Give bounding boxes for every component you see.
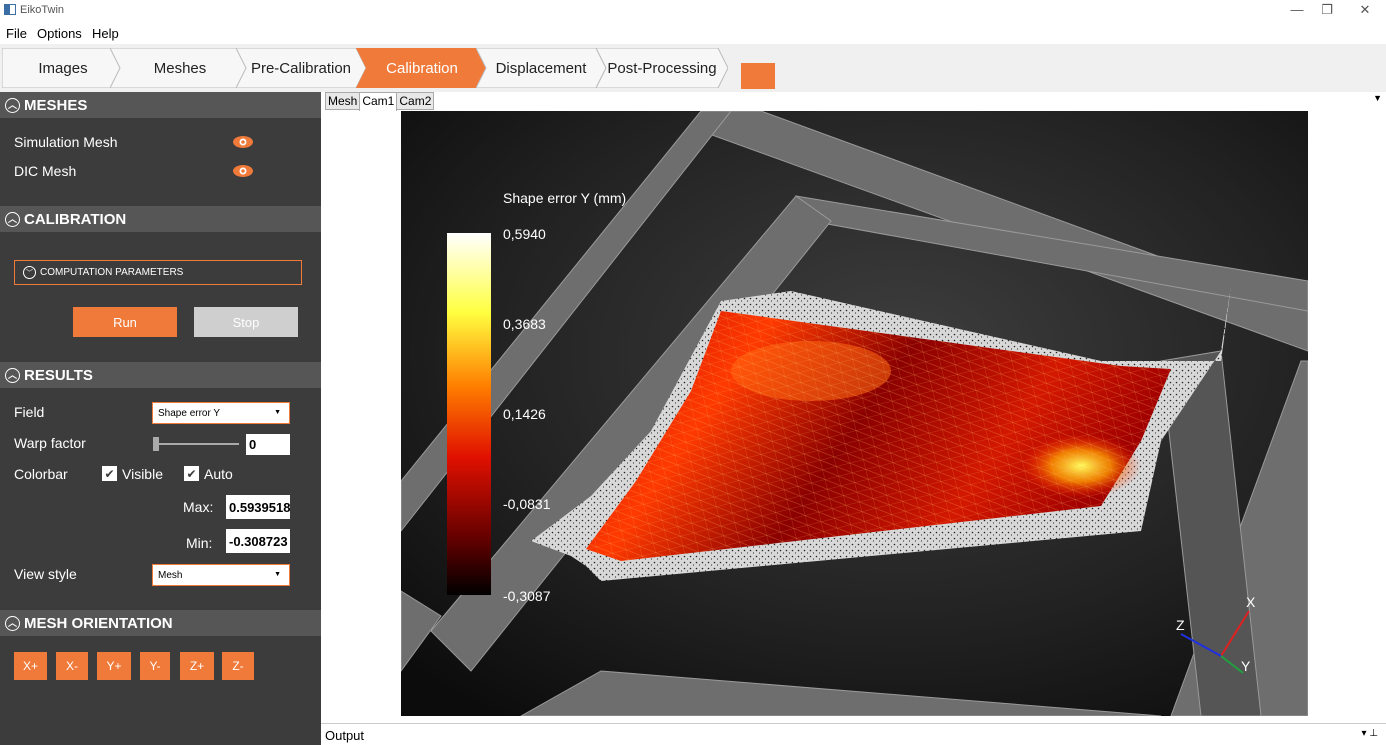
- colorbar: [447, 233, 491, 595]
- meshes-section-header[interactable]: ︿ MESHES: [0, 92, 321, 118]
- view-style-select[interactable]: Mesh ▼: [152, 564, 290, 586]
- menu-help[interactable]: Help: [92, 26, 119, 41]
- auto-label: Auto: [204, 466, 233, 482]
- menu-options[interactable]: Options: [37, 26, 82, 41]
- min-label: Min:: [186, 535, 213, 551]
- colorbar-title: Shape error Y (mm): [503, 190, 626, 206]
- step-meshes[interactable]: Meshes: [110, 48, 250, 88]
- output-label: Output: [325, 728, 365, 743]
- orient-z-plus-button[interactable]: Z+: [180, 652, 214, 680]
- run-button[interactable]: Run: [73, 307, 177, 337]
- viewport-menu-icon[interactable]: ▼: [1373, 93, 1382, 103]
- title-bar: EikoTwin — ❐ ✕: [0, 0, 1386, 22]
- orient-x-plus-button[interactable]: X+: [14, 652, 47, 680]
- simulation-mesh-label: Simulation Mesh: [14, 134, 118, 150]
- step-pre-calibration[interactable]: Pre-Calibration: [236, 48, 366, 88]
- results-section-header[interactable]: ︿ RESULTS: [0, 362, 321, 388]
- colorbar-label: Colorbar: [14, 466, 68, 482]
- step-displacement[interactable]: Displacement: [476, 48, 606, 88]
- axis-z-label: Z: [1176, 617, 1185, 633]
- viewport-tabs: Mesh Cam1 Cam2: [325, 92, 435, 111]
- chevron-down-icon: ▼: [274, 409, 281, 416]
- minimize-button[interactable]: —: [1280, 0, 1314, 22]
- auto-checkbox[interactable]: ✔: [184, 466, 199, 481]
- max-input[interactable]: 0.5939518: [226, 495, 290, 519]
- tab-cam1[interactable]: Cam1: [359, 92, 398, 111]
- colorbar-tick: -0,0831: [503, 496, 551, 512]
- colorbar-tick: 0,5940: [503, 226, 546, 242]
- tab-cam2[interactable]: Cam2: [396, 92, 435, 110]
- warp-factor-input[interactable]: 0: [246, 434, 290, 455]
- warp-factor-slider-track[interactable]: [155, 443, 239, 445]
- colorbar-tick: 0,1426: [503, 406, 546, 422]
- step-post-processing[interactable]: Post-Processing: [596, 48, 728, 88]
- app-icon: [4, 4, 16, 15]
- field-select[interactable]: Shape error Y ▼: [152, 402, 290, 424]
- collapse-icon: ︿: [5, 367, 20, 383]
- mesh-orientation-section-header[interactable]: ︿ MESH ORIENTATION: [0, 610, 321, 636]
- colorbar-tick: -0,3087: [503, 588, 551, 604]
- stop-button[interactable]: Stop: [194, 307, 298, 337]
- orient-y-plus-button[interactable]: Y+: [97, 652, 131, 680]
- view-style-label: View style: [14, 566, 77, 582]
- visible-label: Visible: [122, 466, 163, 482]
- orient-x-minus-button[interactable]: X-: [56, 652, 88, 680]
- output-panel[interactable]: Output ▾ ⊥: [321, 723, 1386, 745]
- warp-factor-label: Warp factor: [14, 435, 86, 451]
- colorbar-tick: 0,3683: [503, 316, 546, 332]
- step-images[interactable]: Images: [2, 48, 124, 88]
- orient-z-minus-button[interactable]: Z-: [222, 652, 254, 680]
- status-indicator[interactable]: [741, 63, 775, 89]
- workflow-steps: Images Meshes Pre-Calibration Calibratio…: [0, 44, 1386, 92]
- sidebar: ︿ MESHES Simulation Mesh DIC Mesh ︿ CALI…: [0, 92, 321, 745]
- expand-icon: ﹀: [23, 266, 36, 279]
- eye-icon[interactable]: [233, 165, 253, 177]
- visible-checkbox[interactable]: ✔: [102, 466, 117, 481]
- menu-file[interactable]: File: [6, 26, 27, 41]
- collapse-icon: ︿: [5, 615, 20, 631]
- output-panel-controls[interactable]: ▾ ⊥: [1361, 728, 1378, 739]
- max-label: Max:: [183, 499, 214, 515]
- axis-x-label: X: [1246, 594, 1256, 610]
- window-title: EikoTwin: [20, 4, 65, 16]
- chevron-down-icon: ▼: [274, 571, 281, 578]
- field-label: Field: [14, 404, 45, 420]
- axis-y-label: Y: [1241, 658, 1251, 674]
- camera-render-view[interactable]: Shape error Y (mm) 0,5940 0,3683 0,1426 …: [401, 111, 1308, 716]
- warp-factor-slider-handle[interactable]: [153, 437, 159, 451]
- viewport-panel: Mesh Cam1 Cam2 ▼ Shape error Y (mm) 0,59…: [321, 92, 1386, 723]
- step-calibration[interactable]: Calibration: [356, 48, 488, 88]
- close-button[interactable]: ✕: [1348, 0, 1382, 22]
- orient-y-minus-button[interactable]: Y-: [140, 652, 170, 680]
- menu-bar: File Options Help: [0, 22, 1386, 44]
- restore-button[interactable]: ❐: [1310, 0, 1344, 22]
- tab-mesh[interactable]: Mesh: [325, 92, 361, 110]
- computation-parameters-toggle[interactable]: ﹀ COMPUTATION PARAMETERS: [14, 260, 302, 285]
- eye-icon[interactable]: [233, 136, 253, 148]
- dic-mesh-label: DIC Mesh: [14, 163, 77, 179]
- collapse-icon: ︿: [5, 97, 20, 113]
- min-input[interactable]: -0.308723: [226, 529, 290, 553]
- calibration-section-header[interactable]: ︿ CALIBRATION: [0, 206, 321, 232]
- collapse-icon: ︿: [5, 211, 20, 227]
